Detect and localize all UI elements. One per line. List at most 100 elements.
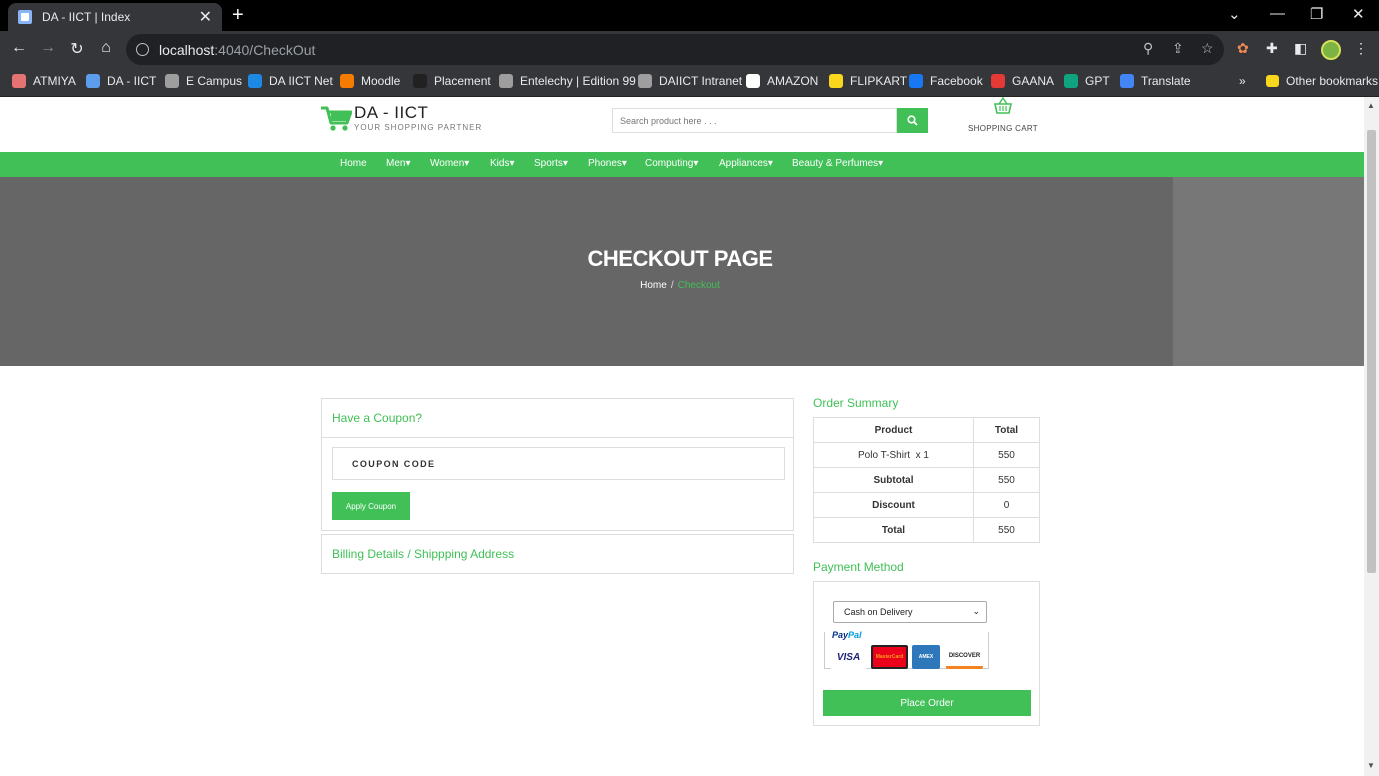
flipkart-icon: [829, 74, 843, 88]
more-bookmarks-icon[interactable]: »: [1239, 74, 1246, 88]
shopping-cart-link[interactable]: SHOPPING CART: [967, 97, 1039, 133]
discount-value: 0: [973, 492, 1040, 518]
item-quantity: x 1: [915, 449, 929, 461]
payment-method-select[interactable]: Cash on Delivery ⌄: [833, 601, 987, 623]
bookmark-item[interactable]: FLIPKART: [829, 74, 907, 88]
place-order-button[interactable]: Place Order: [823, 690, 1031, 716]
browser-tab[interactable]: DA - IICT | Index ✕: [8, 3, 222, 31]
forward-icon[interactable]: →: [38, 39, 58, 57]
scroll-down-icon[interactable]: ▼: [1367, 761, 1375, 770]
nav-women[interactable]: Women▾: [430, 158, 469, 169]
coupon-code-input[interactable]: COUPON CODE: [332, 447, 785, 480]
search-icon: [907, 115, 918, 126]
bookmark-item[interactable]: DA IICT Net: [248, 74, 333, 88]
breadcrumb-home[interactable]: Home: [640, 280, 667, 291]
bookmark-item[interactable]: DA - IICT: [86, 74, 156, 88]
tab-search-icon[interactable]: ⌄: [1228, 5, 1241, 23]
apply-coupon-button[interactable]: Apply Coupon: [332, 492, 410, 520]
bookmark-item[interactable]: Moodle: [340, 74, 400, 88]
profile-avatar[interactable]: [1321, 40, 1341, 60]
bookmark-item[interactable]: Translate: [1120, 74, 1191, 88]
dropdown-caret-icon: ▾: [693, 158, 699, 169]
billing-heading[interactable]: Billing Details / Shippping Address: [322, 535, 793, 573]
bookmark-item[interactable]: Entelechy | Edition 99: [499, 74, 636, 88]
zoom-icon[interactable]: ⚲: [1143, 40, 1153, 57]
chevron-down-icon: ⌄: [972, 606, 980, 616]
bookmark-label: Moodle: [361, 74, 401, 88]
dropdown-caret-icon: ▾: [878, 158, 884, 169]
page-scrollbar[interactable]: ▲ ▼: [1364, 97, 1379, 776]
nav-sports[interactable]: Sports▾: [534, 158, 568, 169]
dropdown-caret-icon: ▾: [562, 158, 568, 169]
page-title: CHECKOUT PAGE: [587, 246, 774, 271]
address-bar[interactable]: localhost :4040/CheckOut: [126, 34, 1224, 65]
s-icon: [248, 74, 262, 88]
back-icon[interactable]: ←: [9, 39, 29, 57]
nav-men[interactable]: Men▾: [386, 158, 410, 169]
bookmark-star-icon[interactable]: ☆: [1201, 40, 1214, 57]
home-icon[interactable]: ⌂: [96, 39, 116, 57]
column-header-product: Product: [813, 417, 974, 443]
line-item: Polo T-Shirt x 1: [813, 442, 974, 468]
bookmark-label: ATMIYA: [33, 74, 76, 88]
nav-phones[interactable]: Phones▾: [588, 158, 627, 169]
close-tab-icon[interactable]: ✕: [199, 7, 212, 27]
bookmark-item[interactable]: GPT: [1064, 74, 1110, 88]
visa-card-icon: VISA: [830, 645, 867, 669]
billing-panel: Billing Details / Shippping Address: [321, 534, 794, 574]
tab-title: DA - IICT | Index: [42, 10, 131, 24]
bookmark-item[interactable]: ATMIYA: [12, 74, 76, 88]
url-host: localhost: [159, 41, 215, 58]
url-path: :4040/CheckOut: [214, 41, 316, 58]
subtotal-value: 550: [973, 467, 1040, 493]
item-name: Polo T-Shirt: [858, 449, 911, 461]
bookmark-label: FLIPKART: [850, 74, 908, 88]
menu-kebab-icon[interactable]: ⋮: [1354, 40, 1368, 57]
table-row: Total 550: [813, 517, 1040, 543]
mastercard-icon: MasterCard: [871, 645, 908, 669]
restore-icon[interactable]: ❐: [1310, 5, 1323, 23]
share-icon[interactable]: ⇪: [1172, 40, 1184, 57]
nav-home[interactable]: Home: [340, 158, 367, 169]
globe-icon: [499, 74, 513, 88]
bookmark-item[interactable]: DAIICT Intranet: [638, 74, 742, 88]
bookmark-label: GAANA: [1012, 74, 1055, 88]
nav-kids[interactable]: Kids▾: [490, 158, 514, 169]
cookie-extension-icon[interactable]: ✿: [1237, 40, 1249, 57]
table-row: Discount 0: [813, 492, 1040, 518]
new-tab-icon[interactable]: +: [232, 4, 244, 26]
side-panel-icon[interactable]: ◧: [1294, 40, 1307, 57]
search-button[interactable]: [897, 108, 928, 133]
total-value: 550: [973, 517, 1040, 543]
dropdown-caret-icon: ▾: [509, 158, 515, 169]
order-summary-heading: Order Summary: [813, 396, 899, 410]
window-close-icon[interactable]: ✕: [1352, 5, 1365, 23]
daiict-icon: [86, 74, 100, 88]
site-logo[interactable]: DA - IICT YOUR SHOPPING PARTNER: [320, 103, 482, 133]
minimize-icon[interactable]: —: [1270, 5, 1285, 22]
bookmark-item[interactable]: Facebook: [909, 74, 983, 88]
reload-icon[interactable]: ↻: [67, 39, 87, 59]
nav-computing[interactable]: Computing▾: [645, 158, 698, 169]
coupon-heading[interactable]: Have a Coupon?: [322, 399, 793, 437]
bookmark-label: DA - IICT: [107, 74, 157, 88]
main-nav: Home Men▾ Women▾ Kids▾ Sports▾ Phones▾ C…: [0, 152, 1364, 177]
bookmark-item[interactable]: Placement: [413, 74, 491, 88]
facebook-icon: [909, 74, 923, 88]
other-bookmarks[interactable]: Other bookmarks: [1266, 74, 1378, 88]
bookmark-item[interactable]: AMAZON: [746, 74, 818, 88]
subtotal-label: Subtotal: [813, 467, 974, 493]
bookmark-item[interactable]: E Campus: [165, 74, 242, 88]
extensions-icon[interactable]: ✚: [1266, 40, 1278, 57]
nav-beauty[interactable]: Beauty & Perfumes▾: [792, 158, 883, 169]
bookmark-item[interactable]: GAANA: [991, 74, 1054, 88]
bookmark-label: DAIICT Intranet: [659, 74, 743, 88]
brand-name: DA - IICT: [354, 103, 429, 122]
site-info-icon[interactable]: [136, 43, 149, 56]
scroll-up-icon[interactable]: ▲: [1367, 101, 1375, 110]
product-search-box: [612, 108, 897, 133]
nav-appliances[interactable]: Appliances▾: [719, 158, 773, 169]
product-search-input[interactable]: [613, 109, 896, 132]
nav-sports-label: Sports: [534, 158, 563, 169]
scrollbar-thumb[interactable]: [1367, 130, 1376, 573]
